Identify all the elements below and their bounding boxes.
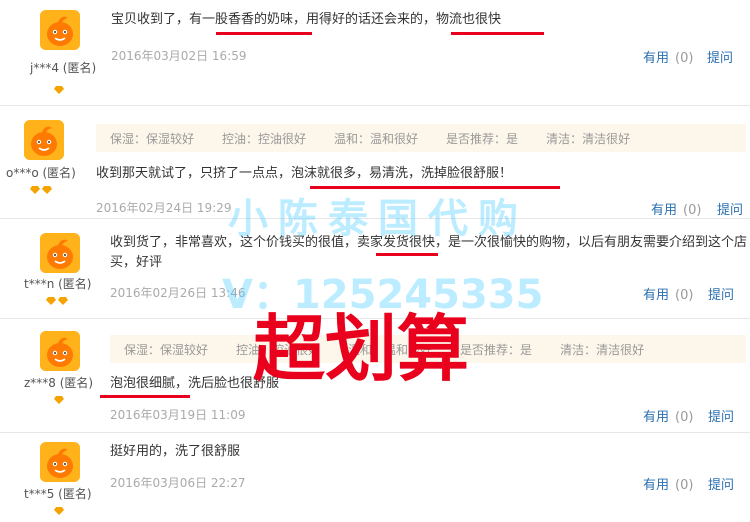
rating-tags: 保湿：保湿较好 控油：控油很好 温和：温和很好 是否推荐：是 清洁：清洁很好: [96, 124, 746, 152]
useful-label: 有用: [643, 51, 670, 66]
diamond-icon: [54, 396, 64, 404]
tag-cleansing: 清洁：清洁很好: [546, 131, 631, 146]
useful-button[interactable]: 有用 (0): [643, 474, 693, 493]
diamond-icon: [30, 186, 40, 194]
username: z***8 (匿名): [24, 376, 94, 390]
diamond-icon: [58, 297, 68, 305]
username: t***5 (匿名): [24, 487, 92, 501]
review-date: 2016年03月19日 11:09: [110, 408, 246, 422]
mascot-icon: [40, 233, 80, 273]
highlight-underline: [216, 32, 312, 35]
useful-count: (0): [683, 203, 702, 218]
useful-label: 有用: [643, 478, 670, 493]
review-date: 2016年03月06日 22:27: [110, 476, 246, 490]
useful-button[interactable]: 有用 (0): [651, 199, 701, 218]
highlight-underline: [376, 253, 438, 256]
useful-button[interactable]: 有用 (0): [643, 47, 693, 66]
mascot-icon: [40, 331, 80, 371]
mascot-icon: [40, 442, 80, 482]
diamond-icon: [54, 86, 64, 94]
review-divider: [0, 432, 750, 433]
ask-button[interactable]: 提问: [708, 474, 734, 493]
user-level-badge: [54, 396, 64, 404]
highlight-underline: [100, 395, 190, 398]
username: t***n (匿名): [24, 277, 92, 291]
user-level-badge: [30, 186, 52, 194]
highlight-underline: [451, 32, 544, 35]
diamond-icon: [42, 186, 52, 194]
useful-count: (0): [675, 478, 694, 493]
ask-button[interactable]: 提问: [708, 284, 734, 303]
watermark-shop-name: 小陈泰国代购: [228, 195, 528, 242]
username: j***4 (匿名): [30, 61, 97, 75]
ask-button[interactable]: 提问: [707, 47, 733, 66]
username: o***o (匿名): [6, 166, 76, 180]
review-text: 收到那天就试了，只挤了一点点，泡沫就很多，易清洗，洗掉脸很舒服！: [96, 166, 513, 181]
tag-mildness: 温和：温和很好: [334, 131, 419, 146]
diamond-icon: [54, 507, 64, 515]
diamond-icon: [46, 297, 56, 305]
useful-label: 有用: [651, 203, 678, 218]
useful-button[interactable]: 有用 (0): [643, 284, 693, 303]
tag-moisture: 保湿：保湿较好: [124, 342, 209, 357]
ask-button[interactable]: 提问: [717, 199, 743, 218]
review-date: 2016年02月24日 19:29: [96, 201, 232, 215]
useful-label: 有用: [643, 288, 670, 303]
user-level-badge: [54, 86, 64, 94]
useful-count: (0): [675, 288, 694, 303]
useful-label: 有用: [643, 410, 670, 425]
watermark-slogan: 超划算: [253, 306, 470, 391]
tag-recommend: 是否推荐：是: [460, 342, 533, 357]
avatar[interactable]: [40, 233, 80, 273]
useful-count: (0): [675, 410, 694, 425]
useful-button[interactable]: 有用 (0): [643, 406, 693, 425]
review-text: 挺好用的，洗了很舒服: [110, 444, 241, 459]
review-date: 2016年03月02日 16:59: [111, 49, 247, 63]
user-level-badge: [46, 297, 68, 305]
tag-oil-control: 控油：控油很好: [222, 131, 307, 146]
ask-button[interactable]: 提问: [708, 406, 734, 425]
avatar[interactable]: [40, 331, 80, 371]
tag-moisture: 保湿：保湿较好: [110, 131, 195, 146]
mascot-icon: [40, 10, 80, 50]
review-text: 宝贝收到了，有一股香香的奶味，用得好的话还会来的，物流也很快: [111, 12, 502, 27]
tag-recommend: 是否推荐：是: [446, 131, 519, 146]
useful-count: (0): [675, 51, 694, 66]
avatar[interactable]: [40, 10, 80, 50]
user-level-badge: [54, 507, 64, 515]
avatar[interactable]: [24, 120, 64, 160]
review-divider: [0, 105, 750, 106]
tag-cleansing: 清洁：清洁很好: [560, 342, 645, 357]
mascot-icon: [24, 120, 64, 160]
avatar[interactable]: [40, 442, 80, 482]
